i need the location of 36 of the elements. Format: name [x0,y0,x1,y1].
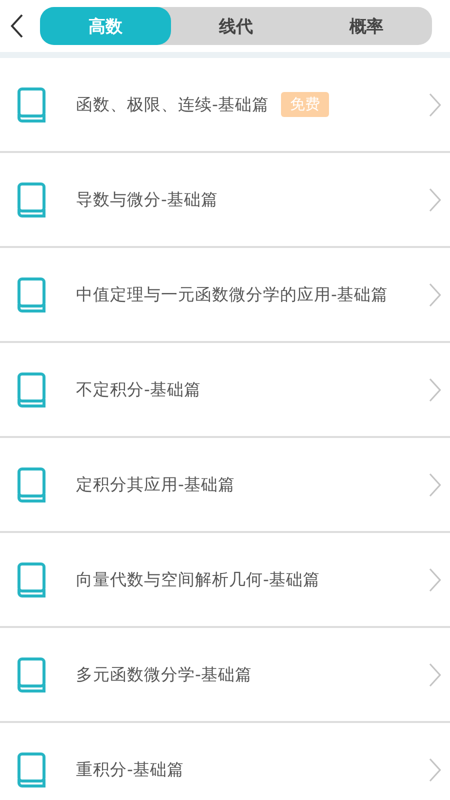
chapter-row[interactable]: 多元函数微分学-基础篇 [0,628,450,723]
chapter-row[interactable]: 中值定理与一元函数微分学的应用-基础篇 [0,248,450,343]
book-icon [17,752,47,788]
chevron-right-icon [428,376,442,402]
book-icon [17,562,47,598]
chevron-right-icon [428,186,442,212]
chapter-title: 不定积分-基础篇 [76,378,201,400]
book-icon [17,276,47,312]
chapter-title: 向量代数与空间解析几何-基础篇 [76,568,320,590]
chapter-title: 导数与微分-基础篇 [76,188,218,210]
tab[interactable]: 线代 [170,7,302,45]
chapter-title: 定积分其应用-基础篇 [76,474,235,496]
book-icon [17,86,47,122]
book-icon [17,372,47,408]
chevron-right-icon [428,566,442,592]
book-icon [17,182,47,218]
chapter-title: 中值定理与一元函数微分学的应用-基础篇 [76,284,388,306]
back-icon[interactable] [10,13,24,39]
chapter-row[interactable]: 函数、极限、连续-基础篇 免费 [0,58,450,153]
chevron-right-icon [428,282,442,308]
chapter-row[interactable]: 重积分-基础篇 [0,723,450,800]
book-icon [17,656,47,692]
chapter-title: 多元函数微分学-基础篇 [76,664,252,686]
free-tag: 免费 [280,92,329,117]
chevron-right-icon [428,662,442,688]
chapter-row[interactable]: 定积分其应用-基础篇 [0,438,450,533]
chevron-right-icon [428,756,442,782]
chevron-right-icon [428,92,442,118]
chapter-row[interactable]: 不定积分-基础篇 [0,343,450,438]
chapter-row[interactable]: 向量代数与空间解析几何-基础篇 [0,533,450,628]
chapter-row[interactable]: 导数与微分-基础篇 [0,153,450,248]
chapter-title: 函数、极限、连续-基础篇 [76,94,269,116]
chapter-title: 重积分-基础篇 [76,758,184,780]
book-icon [17,466,47,502]
chevron-right-icon [428,472,442,498]
tab[interactable]: 概率 [301,7,432,45]
